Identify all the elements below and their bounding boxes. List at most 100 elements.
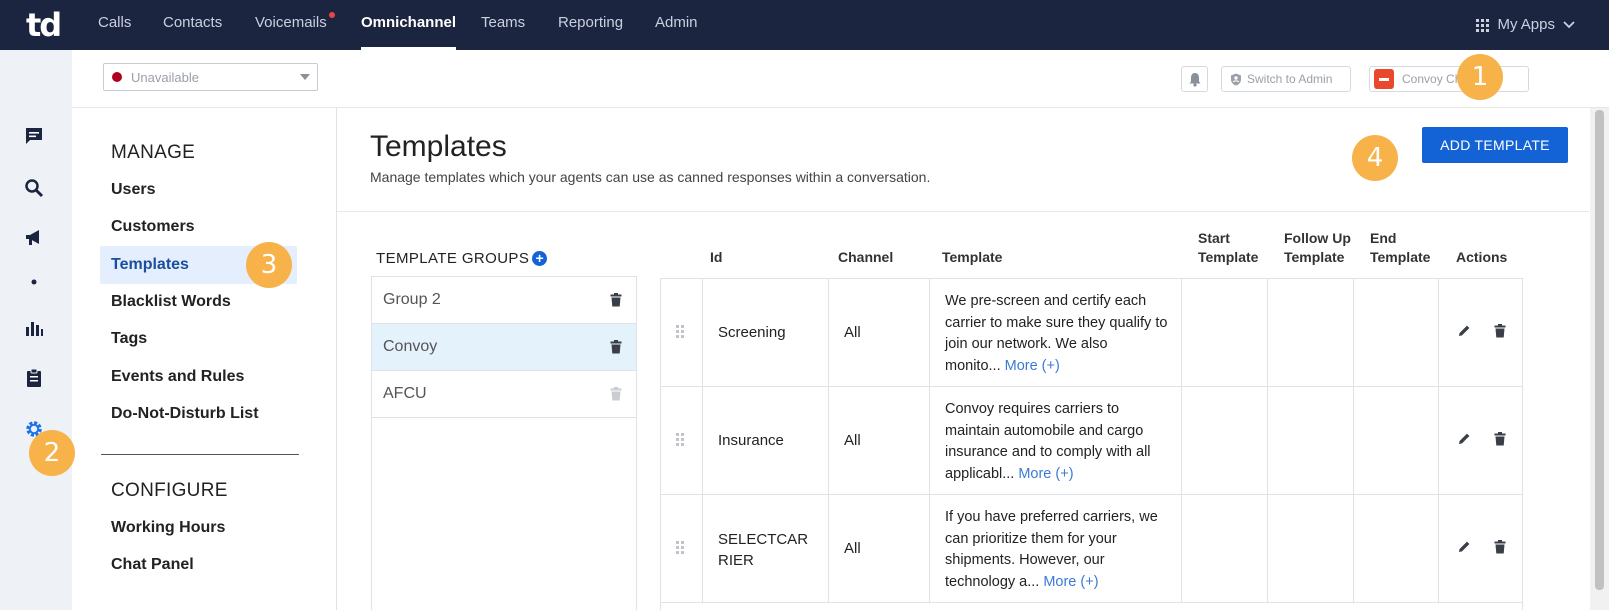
my-apps-menu[interactable]: My Apps xyxy=(1476,0,1575,50)
drag-handle-icon[interactable] xyxy=(676,433,684,446)
top-nav-bar: td Calls Contacts Voicemails Omnichannel… xyxy=(0,0,1609,50)
switch-to-admin-label: Switch to Admin xyxy=(1247,72,1333,86)
bell-icon xyxy=(1189,72,1200,87)
table-row[interactable]: SELECTCAR RIER All If you have preferred… xyxy=(661,495,1522,603)
menu-customers[interactable]: Customers xyxy=(111,218,195,236)
column-header-channel: Channel xyxy=(838,249,894,265)
template-id: SELECTCAR RIER xyxy=(718,529,808,571)
add-group-icon[interactable]: + xyxy=(532,251,548,266)
nav-teams[interactable]: Teams xyxy=(481,0,525,50)
header-line: End xyxy=(1370,230,1397,246)
template-channel: All xyxy=(844,324,861,341)
agent-status-select[interactable]: Unavailable xyxy=(103,63,318,91)
sub-header: Unavailable Switch to Admin Convoy Chat … xyxy=(72,50,1609,108)
drag-handle-icon[interactable] xyxy=(676,325,684,338)
main-content: Templates Manage templates which your ag… xyxy=(337,108,1589,610)
menu-users[interactable]: Users xyxy=(111,181,155,199)
convoy-logo-icon xyxy=(1374,69,1394,89)
notification-dot xyxy=(328,12,335,18)
edit-pencil-icon[interactable] xyxy=(1458,432,1471,445)
notifications-button[interactable] xyxy=(1181,66,1208,92)
apps-grid-icon xyxy=(1476,18,1490,32)
switch-to-admin-button[interactable]: Switch to Admin xyxy=(1221,66,1351,92)
annotation-marker-2: 2 xyxy=(29,430,75,476)
nav-calls[interactable]: Calls xyxy=(98,0,131,50)
header-line: Template xyxy=(1198,249,1259,265)
header-line: Follow Up xyxy=(1284,230,1351,246)
column-header-id: Id xyxy=(710,249,723,265)
app-logo[interactable]: td xyxy=(26,6,62,44)
trash-icon[interactable] xyxy=(1494,540,1506,554)
more-link[interactable]: More (+) xyxy=(1005,358,1060,374)
table-row[interactable]: Screening All We pre-screen and certify … xyxy=(661,279,1522,387)
column-header-end-template: End Template xyxy=(1370,229,1430,267)
group-item[interactable]: Group 2 xyxy=(372,277,636,324)
chat-icon[interactable] xyxy=(24,126,44,146)
dot-icon[interactable] xyxy=(24,272,44,292)
template-groups-label: TEMPLATE GROUPS xyxy=(376,250,530,267)
edit-pencil-icon[interactable] xyxy=(1458,324,1471,337)
template-groups-heading: TEMPLATE GROUPS + xyxy=(376,250,548,267)
megaphone-icon[interactable] xyxy=(24,228,44,248)
trash-icon[interactable] xyxy=(610,340,622,354)
column-header-template: Template xyxy=(942,249,1003,265)
column-header-follow-up-template: Follow Up Template xyxy=(1284,229,1351,267)
more-link[interactable]: More (+) xyxy=(1018,466,1073,482)
group-name: Group 2 xyxy=(383,291,441,308)
header-divider xyxy=(337,211,1589,212)
header-line: Template xyxy=(1370,249,1431,265)
template-channel: All xyxy=(844,540,861,557)
clipboard-icon[interactable] xyxy=(24,368,44,388)
trash-icon[interactable] xyxy=(610,293,622,307)
sidebar-divider xyxy=(101,454,299,455)
nav-voicemails-label: Voicemails xyxy=(255,14,327,31)
group-item[interactable]: AFCU xyxy=(372,371,636,418)
table-row[interactable]: Insurance All Convoy requires carriers t… xyxy=(661,387,1522,495)
group-item[interactable]: Convoy xyxy=(372,324,636,371)
scrollbar-thumb[interactable] xyxy=(1595,110,1604,590)
menu-chat-panel[interactable]: Chat Panel xyxy=(111,556,194,574)
drag-handle-icon[interactable] xyxy=(676,541,684,554)
caret-down-icon xyxy=(300,74,310,80)
annotation-marker-4: 4 xyxy=(1352,135,1398,181)
trash-icon[interactable] xyxy=(1494,432,1506,446)
manage-heading: MANAGE xyxy=(111,142,196,163)
menu-blacklist-words[interactable]: Blacklist Words xyxy=(111,293,231,311)
header-line: Start xyxy=(1198,230,1230,246)
annotation-marker-1: 1 xyxy=(1457,54,1503,100)
search-icon[interactable] xyxy=(24,178,44,198)
template-text: We pre-screen and certify each carrier t… xyxy=(945,291,1170,377)
trash-icon[interactable] xyxy=(1494,324,1506,338)
left-icon-rail xyxy=(0,50,72,610)
menu-do-not-disturb[interactable]: Do-Not-Disturb List xyxy=(111,405,259,423)
my-apps-label: My Apps xyxy=(1497,16,1555,33)
nav-voicemails[interactable]: Voicemails xyxy=(255,0,335,50)
shield-user-icon xyxy=(1231,73,1241,85)
edit-pencil-icon[interactable] xyxy=(1458,540,1471,553)
nav-reporting[interactable]: Reporting xyxy=(558,0,623,50)
group-name: Convoy xyxy=(383,338,438,355)
templates-table: Screening All We pre-screen and certify … xyxy=(660,278,1523,610)
nav-omnichannel[interactable]: Omnichannel xyxy=(361,0,457,50)
workspace-switcher[interactable]: Convoy Chat T... xyxy=(1369,66,1529,92)
configure-heading: CONFIGURE xyxy=(111,480,228,501)
menu-working-hours[interactable]: Working Hours xyxy=(111,519,225,537)
status-indicator xyxy=(112,72,122,82)
page-scrollbar[interactable] xyxy=(1590,108,1609,610)
status-value: Unavailable xyxy=(131,69,199,85)
template-text: Convoy requires carriers to maintain aut… xyxy=(945,399,1170,485)
group-name: AFCU xyxy=(383,385,427,402)
column-header-actions: Actions xyxy=(1456,249,1508,265)
menu-events-and-rules[interactable]: Events and Rules xyxy=(111,368,244,386)
nav-admin[interactable]: Admin xyxy=(655,0,698,50)
bar-chart-icon[interactable] xyxy=(24,318,44,338)
page-subtitle: Manage templates which your agents can u… xyxy=(370,169,931,185)
page-title: Templates xyxy=(370,130,507,163)
more-link[interactable]: More (+) xyxy=(1043,574,1098,590)
template-channel: All xyxy=(844,432,861,449)
menu-tags[interactable]: Tags xyxy=(111,330,147,348)
add-template-button[interactable]: ADD TEMPLATE xyxy=(1422,127,1568,163)
template-id-line: RIER xyxy=(718,552,754,569)
header-line: Template xyxy=(1284,249,1345,265)
nav-contacts[interactable]: Contacts xyxy=(163,0,222,50)
